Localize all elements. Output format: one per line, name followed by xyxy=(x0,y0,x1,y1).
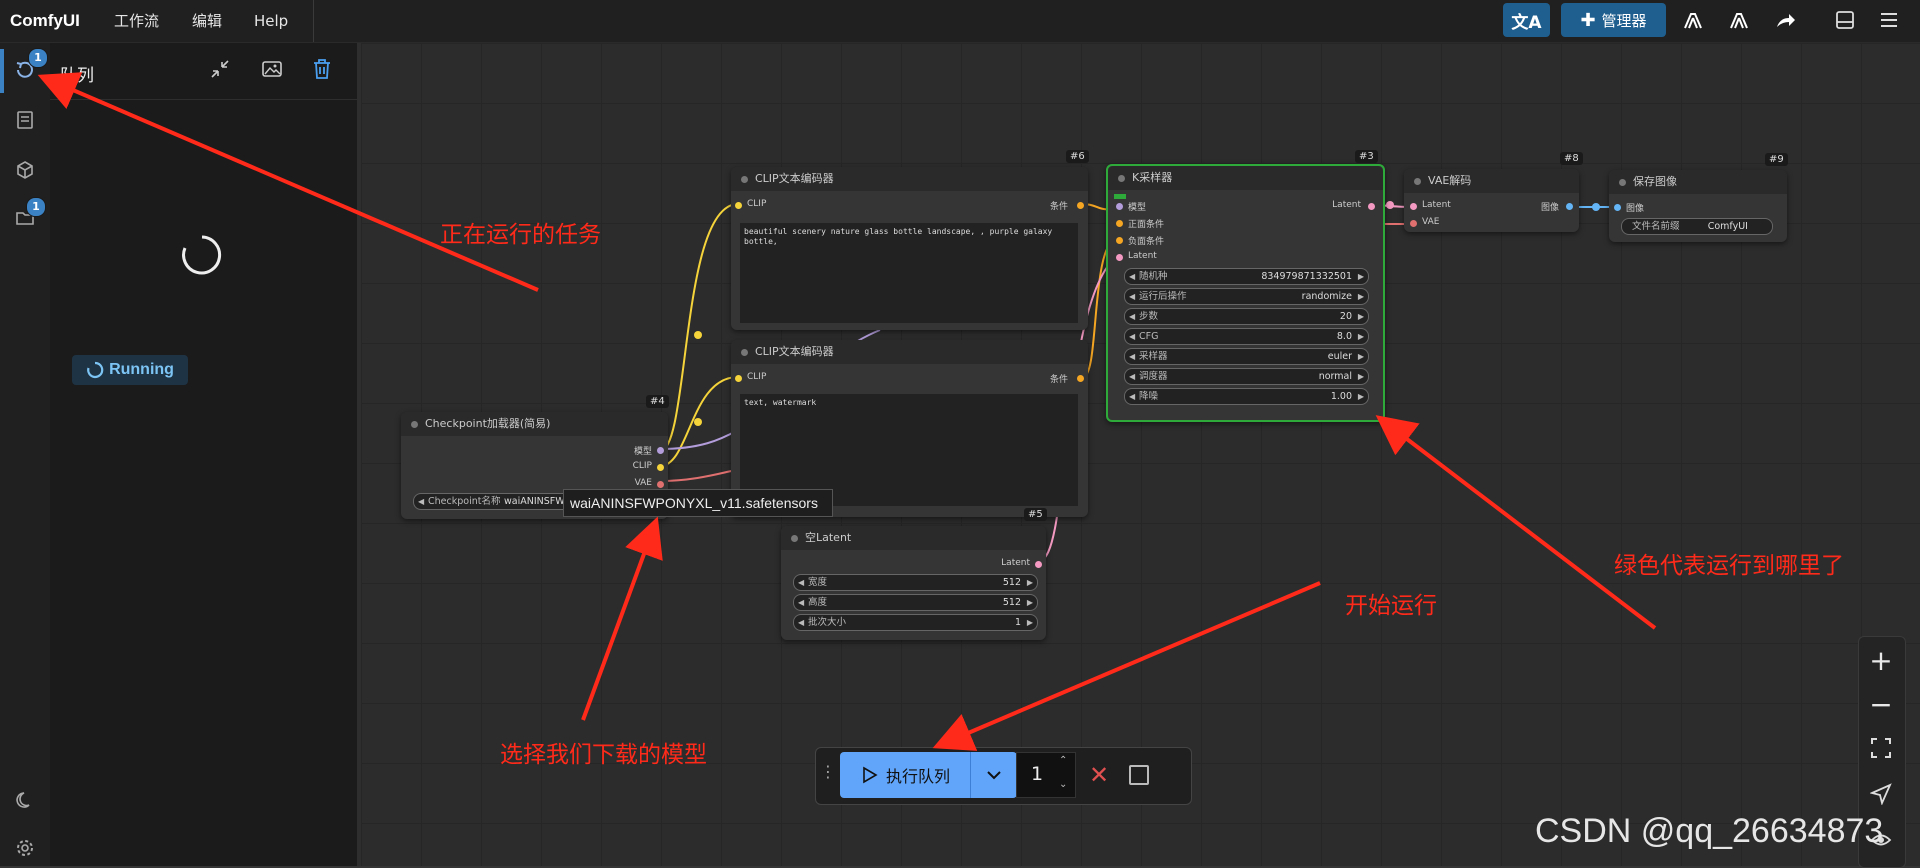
arrow-to-queue xyxy=(37,72,539,292)
annotation-running-task: 正在运行的任务 xyxy=(440,222,601,248)
arrow-to-checkpoint xyxy=(581,516,663,721)
arrow-to-run xyxy=(932,581,1321,751)
annotation-select-model: 选择我们下载的模型 xyxy=(500,742,707,768)
annotation-green-progress: 绿色代表运行到哪里了 xyxy=(1614,553,1844,579)
annotation-start-run: 开始运行 xyxy=(1345,593,1437,619)
annotation-arrows xyxy=(37,72,1657,751)
watermark: CSDN @qq_26634873 xyxy=(1535,812,1884,850)
